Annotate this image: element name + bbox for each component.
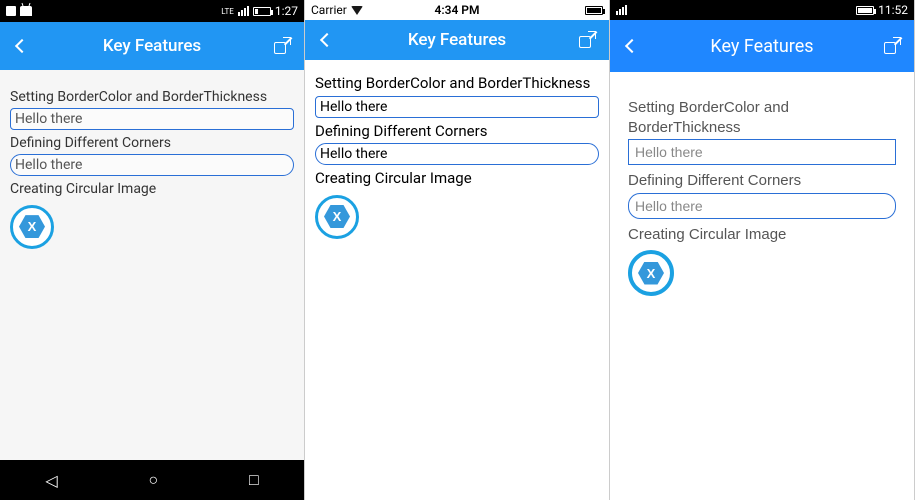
xamarin-icon: X <box>19 215 45 238</box>
chevron-left-icon <box>15 39 29 53</box>
battery-icon <box>585 6 603 15</box>
signal-icon <box>616 5 627 15</box>
content-area: Setting BorderColor and BorderThickness … <box>305 60 609 500</box>
open-external-button[interactable] <box>565 32 609 48</box>
label-corners: Defining Different Corners <box>315 122 599 142</box>
open-external-button[interactable] <box>260 38 304 54</box>
wifi-icon <box>351 6 363 15</box>
border-demo-2: Hello there <box>628 193 896 219</box>
chevron-left-icon <box>320 33 334 47</box>
label-circle: Creating Circular Image <box>315 169 599 189</box>
xamarin-icon: X <box>638 262 664 285</box>
chevron-left-icon <box>625 39 639 53</box>
page-title: Key Features <box>44 36 260 56</box>
open-external-button[interactable] <box>870 38 914 54</box>
content-area: Setting BorderColor and BorderThickness … <box>610 72 914 500</box>
label-border: Setting BorderColor and BorderThickness <box>628 98 896 137</box>
open-external-icon <box>274 38 290 54</box>
debug-icon <box>20 6 32 16</box>
back-button[interactable] <box>0 41 44 51</box>
page-title: Key Features <box>654 36 870 57</box>
open-external-icon <box>579 32 595 48</box>
border-demo-1: Hello there <box>10 108 294 130</box>
android-nav-bar: ◁ ○ □ <box>0 460 304 500</box>
xamarin-icon: X <box>324 205 350 228</box>
wp-status-bar: 11:52 <box>610 0 914 20</box>
app-bar: Key Features <box>0 22 304 70</box>
page-title: Key Features <box>349 30 565 50</box>
ios-screen: Carrier 4:34 PM Key Features Setting Bor… <box>305 0 610 500</box>
label-corners: Defining Different Corners <box>628 171 896 191</box>
label-corners: Defining Different Corners <box>10 134 294 152</box>
circular-image-demo: X <box>628 250 674 296</box>
back-button[interactable] <box>610 41 654 51</box>
back-button[interactable] <box>305 35 349 45</box>
nav-home-button[interactable]: ○ <box>148 470 158 490</box>
nav-recent-button[interactable]: □ <box>249 470 259 490</box>
app-bar: Key Features <box>610 20 914 72</box>
clock: 1:27 <box>275 4 298 18</box>
border-demo-1: Hello there <box>628 139 896 165</box>
android-screen: LTE 1:27 Key Features Setting BorderColo… <box>0 0 305 500</box>
border-demo-2: Hello there <box>10 154 294 176</box>
border-demo-2: Hello there <box>315 143 599 165</box>
notification-icon <box>6 6 16 16</box>
circular-image-demo: X <box>10 205 54 249</box>
border-demo-1: Hello there <box>315 96 599 118</box>
label-circle: Creating Circular Image <box>10 180 294 198</box>
carrier-label: Carrier <box>311 3 347 17</box>
battery-icon <box>856 6 874 15</box>
open-external-icon <box>884 38 900 54</box>
circular-image-demo: X <box>315 195 359 239</box>
label-border: Setting BorderColor and BorderThickness <box>315 74 599 94</box>
content-area: Setting BorderColor and BorderThickness … <box>0 70 304 460</box>
lte-indicator: LTE <box>221 7 234 16</box>
battery-icon <box>253 7 271 16</box>
clock: 4:34 PM <box>434 3 479 17</box>
app-bar: Key Features <box>305 20 609 60</box>
signal-icon <box>238 6 249 16</box>
ios-status-bar: Carrier 4:34 PM <box>305 0 609 20</box>
nav-back-button[interactable]: ◁ <box>45 471 57 490</box>
android-status-bar: LTE 1:27 <box>0 0 304 22</box>
wp-screen: 11:52 Key Features Setting BorderColor a… <box>610 0 915 500</box>
label-border: Setting BorderColor and BorderThickness <box>10 88 294 106</box>
clock: 11:52 <box>878 3 908 17</box>
label-circle: Creating Circular Image <box>628 225 896 245</box>
